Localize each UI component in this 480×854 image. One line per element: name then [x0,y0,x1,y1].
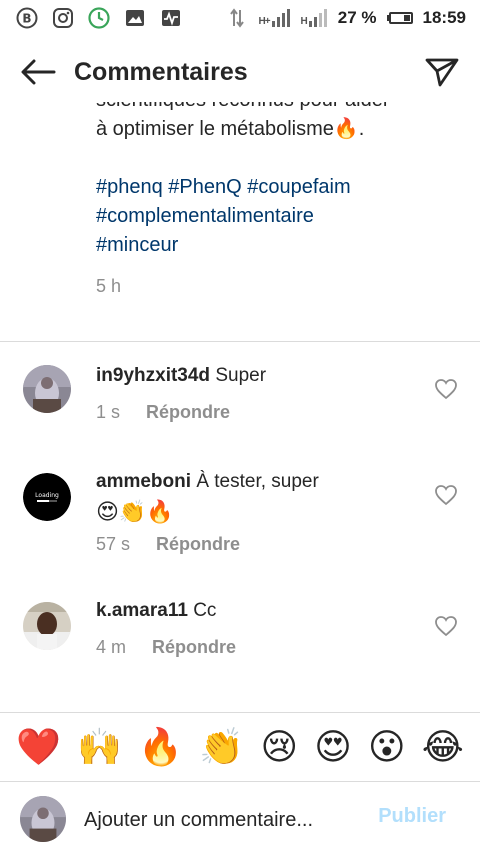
emoji-clapping[interactable]: 👏 [199,727,244,767]
back-button[interactable] [18,52,58,92]
share-button[interactable] [422,52,462,92]
comment-time: 4 m [96,637,127,657]
b-logo-icon: B [16,7,38,29]
comment-body: in9yhzxit34d Super 1 s Répondre [96,362,420,426]
emoji-heart-eyes[interactable]: 😍 [314,727,352,767]
image-icon [124,7,146,29]
avatar[interactable]: Loading [23,473,71,521]
data-transfer-icon [226,7,248,29]
hashtag-link[interactable]: #complementalimentaire [96,205,314,227]
hashtag-link[interactable]: #phenq #PhenQ #coupefaim [96,176,351,198]
avatar[interactable] [23,602,71,650]
status-time: 18:59 [422,8,466,27]
instagram-icon [52,7,74,29]
reply-button[interactable]: Répondre [156,530,240,558]
emoji-crying[interactable]: 😢 [260,727,298,767]
post-timestamp: 5 h [96,276,122,296]
divider [0,341,480,342]
comment-username[interactable]: in9yhzxit34d [96,365,210,386]
hashtag-link[interactable]: #minceur [96,234,178,256]
emoji-raising-hands[interactable]: 🙌 [77,727,122,767]
status-bar: B H+ H 27 % 18:59 [0,0,480,36]
status-icons-left: B [16,7,182,29]
reply-button[interactable]: Répondre [146,398,230,426]
signal-icon-1: H+ [258,9,290,27]
comment-username[interactable]: ammeboni [96,471,191,492]
hashtags: #phenq #PhenQ #coupefaim #complementalim… [96,173,466,260]
comment-input-bar: Publier [0,783,480,854]
header: Commentaires [0,42,480,102]
comment-input[interactable] [82,803,356,837]
battery-icon [386,12,413,24]
like-heart-icon[interactable] [434,615,458,637]
emoji-heart[interactable]: ❤️ [16,727,61,767]
avatar[interactable] [23,365,71,413]
send-icon [425,58,459,87]
clock-icon [88,7,110,29]
comment-text: À tester, super [196,471,319,492]
comment-body: k.amara11 Cc 4 m Répondre [96,597,420,661]
svg-text:Loading: Loading [35,492,59,499]
signal-icon-2: H [301,9,328,27]
emoji-fire[interactable]: 🔥 [138,727,183,767]
comment-time: 57 s [96,534,131,554]
caption-line: à optimiser le métabolisme🔥. [96,118,365,140]
comment-username[interactable]: k.amara11 [96,600,188,621]
comment-body: ammeboni À tester, super 😍👏🔥 57 s Répond… [96,468,420,558]
battery-percent: 27 % [337,8,377,27]
page-title: Commentaires [74,57,248,86]
back-arrow-icon [21,59,56,85]
comment-text: Cc [193,600,217,621]
user-avatar [20,796,66,842]
post-caption: scientifiques reconnus pour aider à opti… [96,86,466,301]
comment-text: Super [215,365,267,386]
comment-emojis: 😍👏🔥 [96,499,174,524]
publish-button[interactable]: Publier [378,805,446,828]
emoji-laughing[interactable]: 😂 [422,727,464,767]
like-heart-icon[interactable] [434,378,458,400]
svg-text:B: B [22,12,31,26]
status-icons-right: H+ H 27 % 18:59 [226,7,466,29]
reply-button[interactable]: Répondre [152,633,236,661]
activity-icon [160,7,182,29]
like-heart-icon[interactable] [434,484,458,506]
emoji-surprised[interactable]: 😮 [368,727,406,767]
comment-time: 1 s [96,402,121,422]
emoji-quick-bar: ❤️ 🙌 🔥 👏 😢 😍 😮 😂 [0,712,480,782]
